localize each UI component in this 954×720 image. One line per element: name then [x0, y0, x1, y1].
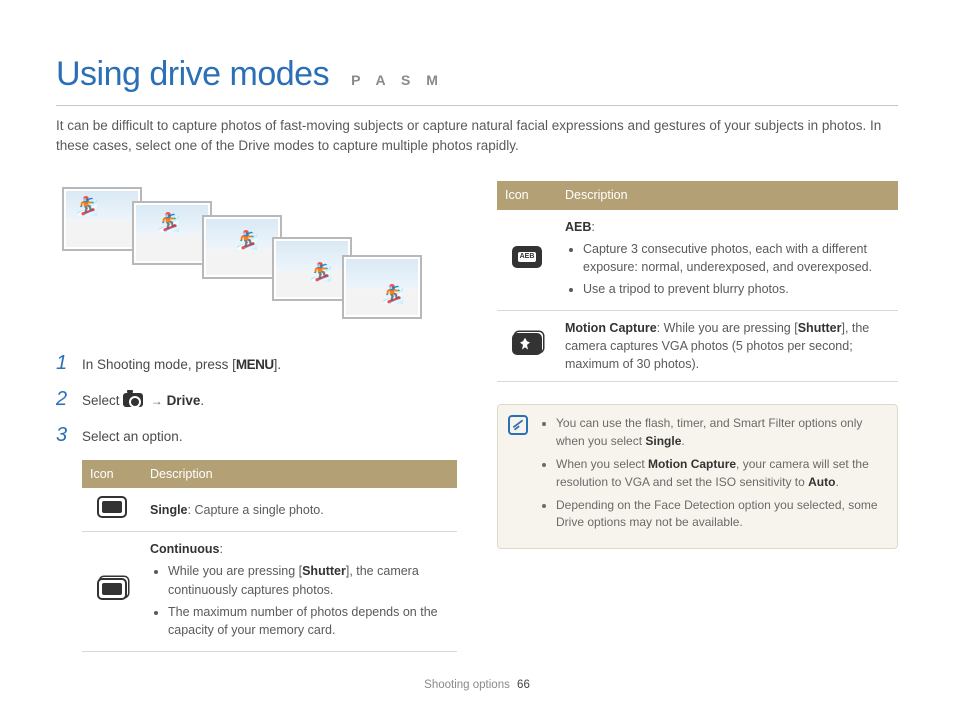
camera-icon	[123, 393, 143, 407]
table-row: Continuous: While you are pressing [Shut…	[82, 532, 457, 652]
table-row: AEB: Capture 3 consecutive photos, each …	[497, 210, 898, 311]
options-table-left: Icon Description Single: Capture a singl…	[82, 460, 457, 652]
th-icon: Icon	[82, 460, 142, 488]
list-item: The maximum number of photos depends on …	[168, 603, 449, 639]
note-box: You can use the flash, timer, and Smart …	[497, 404, 898, 548]
table-row: Motion Capture: While you are pressing […	[497, 311, 898, 382]
step-3-text: Select an option.	[82, 425, 183, 447]
step-number: 1	[56, 353, 72, 375]
table-row: Single: Capture a single photo.	[82, 488, 457, 532]
list-item: While you are pressing [Shutter], the ca…	[168, 562, 449, 598]
page-footer: Shooting options 66	[0, 677, 954, 694]
burst-illustration: 🏂 🏂 🏂 🏂 🏂	[62, 187, 457, 327]
options-table-right: Icon Description AEB: Capture 3 consecut…	[497, 181, 898, 382]
step-number: 3	[56, 425, 72, 447]
page-number: 66	[517, 679, 530, 691]
motion-capture-mode-icon	[512, 333, 542, 355]
step-number: 2	[56, 389, 72, 411]
intro-text: It can be difficult to capture photos of…	[56, 116, 896, 155]
continuous-mode-icon	[97, 578, 127, 600]
list-item: Use a tripod to prevent blurry photos.	[583, 280, 890, 298]
th-desc: Description	[557, 181, 898, 209]
mode-badges: P A S M	[351, 70, 444, 90]
th-desc: Description	[142, 460, 457, 488]
list-item: You can use the flash, timer, and Smart …	[556, 415, 885, 450]
note-icon	[508, 415, 528, 435]
title-divider	[56, 105, 898, 106]
aeb-mode-icon	[512, 246, 542, 268]
page-title: Using drive modes	[56, 50, 329, 99]
list-item: Depending on the Face Detection option y…	[556, 497, 885, 532]
step-1-text: In Shooting mode, press [MENU].	[82, 353, 281, 375]
steps-list: 1 In Shooting mode, press [MENU]. 2 Sele…	[56, 353, 457, 446]
list-item: Capture 3 consecutive photos, each with …	[583, 240, 890, 276]
menu-button-label: MENU	[236, 357, 274, 372]
arrow-icon: →	[151, 394, 163, 408]
step-2-text: Select → Drive.	[82, 389, 204, 411]
th-icon: Icon	[497, 181, 557, 209]
list-item: When you select Motion Capture, your cam…	[556, 456, 885, 491]
footer-section: Shooting options	[424, 679, 510, 691]
single-mode-icon	[97, 496, 127, 518]
